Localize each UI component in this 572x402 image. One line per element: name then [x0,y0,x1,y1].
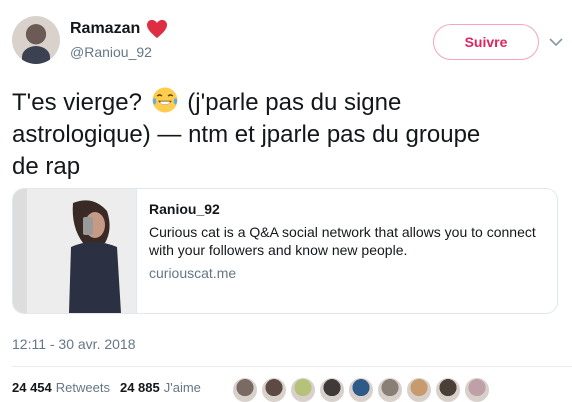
chevron-down-icon[interactable] [548,34,564,50]
tears-of-joy-emoji-icon [152,87,178,113]
retweets-count[interactable]: 24 454 [12,380,52,395]
tweet-text-line3: de rap [12,153,81,180]
tweet-text-line2: astrologique) — ntm et jparle pas du gro… [12,121,481,148]
card-description: Curious cat is a Q&A social network that… [149,224,536,258]
card-photo-illustration [13,189,136,313]
tweet-text-line1-end: (j'parle pas du signe [180,89,402,116]
author-avatar[interactable] [12,16,60,64]
likes-count[interactable]: 24 885 [120,380,160,395]
liker-avatar[interactable] [435,377,461,402]
card-body: Raniou_92 Curious cat is a Q&A social ne… [137,189,557,313]
tweet-text-line1-start: T'es vierge? [12,89,149,116]
liker-avatar[interactable] [348,377,374,402]
red-heart-emoji-icon [147,19,168,39]
author-name[interactable]: Ramazan [70,20,140,38]
liker-avatar[interactable] [290,377,316,402]
liker-avatar[interactable] [232,377,258,402]
card-image [13,189,137,313]
divider [12,366,572,367]
liker-avatar[interactable] [377,377,403,402]
likes-label[interactable]: J'aime [164,380,201,395]
author-name-row: Ramazan [70,19,168,39]
card-title: Raniou_92 [149,201,220,217]
liker-avatar[interactable] [319,377,345,402]
likers-avatars [232,377,493,402]
liker-avatar[interactable] [406,377,432,402]
link-preview-card[interactable]: Raniou_92 Curious cat is a Q&A social ne… [12,188,558,314]
author-handle[interactable]: @Raniou_92 [70,44,152,60]
retweets-label[interactable]: Retweets [56,380,110,395]
liker-avatar[interactable] [261,377,287,402]
liker-avatar[interactable] [464,377,490,402]
tweet-text: T'es vierge? (j'parle pas du signe astro… [12,86,564,183]
card-domain: curiouscat.me [149,265,237,281]
tweet-timestamp[interactable]: 12:11 - 30 avr. 2018 [12,336,136,352]
follow-button[interactable]: Suivre [433,24,539,60]
tweet-stats: 24 454 Retweets 24 885 J'aime [12,380,211,395]
